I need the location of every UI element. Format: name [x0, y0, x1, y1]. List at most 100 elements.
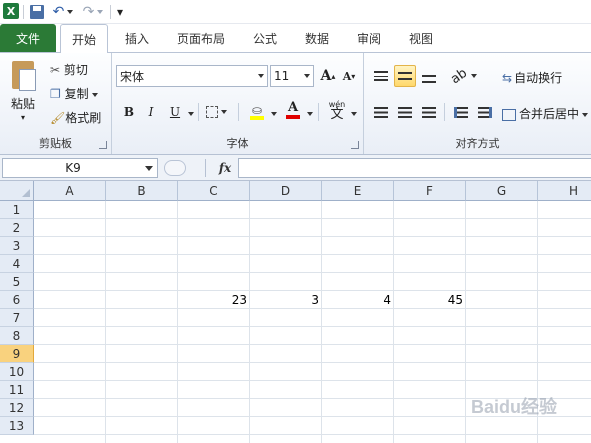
column-header-b[interactable]: B: [106, 181, 178, 201]
gridline-row: [34, 344, 591, 345]
align-middle-icon: [398, 72, 412, 80]
align-top-icon: [374, 71, 388, 81]
shrink-font-button[interactable]: A ▾: [338, 65, 360, 87]
tab-data[interactable]: 数据: [296, 24, 338, 52]
tab-insert[interactable]: 插入: [116, 24, 158, 52]
row-header-9[interactable]: 9: [0, 345, 34, 363]
row-header-13[interactable]: 13: [0, 417, 34, 435]
cell-d6[interactable]: 3: [250, 291, 322, 309]
column-header-e[interactable]: E: [322, 181, 394, 201]
column-header-d[interactable]: D: [250, 181, 322, 201]
align-left-button[interactable]: [370, 101, 392, 123]
column-header-g[interactable]: G: [466, 181, 538, 201]
row-header-3[interactable]: 3: [0, 237, 34, 255]
cell-c6[interactable]: 23: [178, 291, 250, 309]
paste-label[interactable]: 粘贴: [11, 95, 35, 112]
font-color-button[interactable]: A: [282, 99, 304, 121]
row-header-5[interactable]: 5: [0, 273, 34, 291]
watermark: Baidu经验: [470, 397, 557, 417]
row-header-11[interactable]: 11: [0, 381, 34, 399]
save-button[interactable]: [28, 3, 46, 21]
paste-dropdown-icon[interactable]: ▾: [21, 113, 25, 122]
ribbon: 粘贴 ▾ ✂ 剪切 ❐ 复制 🖌格式刷 剪贴板 宋体 11 A ▴ A ▾ B I …: [0, 52, 591, 155]
customize-qat-button[interactable]: ▾: [114, 3, 126, 21]
font-color-dropdown-icon[interactable]: [304, 106, 313, 120]
row-header-8[interactable]: 8: [0, 327, 34, 345]
phonetic-dropdown-icon[interactable]: [348, 106, 357, 120]
font-group-label: 字体: [226, 137, 249, 150]
tab-formulas[interactable]: 公式: [244, 24, 286, 52]
redo-button[interactable]: ↷: [80, 3, 106, 21]
row-header-12[interactable]: 12: [0, 399, 34, 417]
worksheet-grid[interactable]: ABCDEFGH 1 2 3 4 5 6 7 8 9 10 11 12 13 23 3 4 45 Baidu经…: [0, 181, 591, 443]
tab-view[interactable]: 视图: [400, 24, 442, 52]
row-header-7[interactable]: 7: [0, 309, 34, 327]
borders-button[interactable]: [205, 101, 227, 123]
grow-font-button[interactable]: A ▴: [317, 65, 339, 87]
gridline-row: [34, 380, 591, 381]
excel-logo-icon[interactable]: X: [3, 3, 19, 19]
tab-page-layout[interactable]: 页面布局: [168, 24, 234, 52]
name-box[interactable]: K9: [2, 158, 158, 178]
phonetic-guide-button[interactable]: wén 文: [326, 99, 348, 121]
copy-button[interactable]: ❐ 复制: [50, 85, 98, 102]
qat-divider: [23, 5, 24, 19]
ribbon-tabs: 文件 开始 插入 页面布局 公式 数据 审阅 视图: [0, 24, 591, 53]
row-header-1[interactable]: 1: [0, 201, 34, 219]
align-center-button[interactable]: [394, 101, 416, 123]
font-group: 宋体 11 A ▴ A ▾ B I U ⛀ A wén 文 字体: [112, 53, 364, 154]
column-header-h[interactable]: H: [538, 181, 591, 201]
italic-button[interactable]: I: [140, 101, 162, 123]
font-name-select[interactable]: 宋体: [116, 65, 268, 87]
bold-button[interactable]: B: [118, 101, 140, 123]
top-align-button[interactable]: [370, 65, 392, 87]
font-size-select[interactable]: 11: [270, 65, 314, 87]
merge-center-button[interactable]: 合并后居中: [502, 105, 589, 122]
column-header-f[interactable]: F: [394, 181, 466, 201]
gridline-column: [249, 201, 250, 443]
paste-button[interactable]: [10, 59, 38, 93]
orientation-button[interactable]: ab: [449, 65, 478, 87]
middle-align-button[interactable]: [394, 65, 416, 87]
tab-file[interactable]: 文件: [0, 24, 56, 52]
align-center-icon: [398, 106, 412, 118]
wrap-text-icon: ⇆: [502, 71, 513, 85]
row-header-2[interactable]: 2: [0, 219, 34, 237]
underline-dropdown-icon[interactable]: [185, 106, 194, 120]
font-launcher-icon[interactable]: [351, 141, 359, 149]
row-header-4[interactable]: 4: [0, 255, 34, 273]
format-painter-button[interactable]: 🖌格式刷: [50, 109, 101, 126]
select-all-button[interactable]: [0, 181, 34, 201]
gridline-row: [34, 236, 591, 237]
underline-button[interactable]: U: [164, 101, 186, 123]
increase-indent-button[interactable]: [474, 101, 496, 123]
tab-review[interactable]: 审阅: [348, 24, 390, 52]
cut-button[interactable]: ✂ 剪切: [50, 61, 88, 78]
formula-bar-resize-handle[interactable]: [164, 160, 186, 176]
qat-divider: [110, 5, 111, 19]
column-header-c[interactable]: C: [178, 181, 250, 201]
tab-home[interactable]: 开始: [60, 24, 108, 53]
gridline-row: [34, 218, 591, 219]
clipboard-launcher-icon[interactable]: [99, 141, 107, 149]
insert-function-button[interactable]: fx: [214, 159, 236, 177]
cell-f6[interactable]: 45: [394, 291, 466, 309]
row-header-10[interactable]: 10: [0, 363, 34, 381]
fill-color-button[interactable]: ⛀: [246, 101, 268, 123]
row-header-6[interactable]: 6: [0, 291, 34, 309]
align-right-button[interactable]: [418, 101, 440, 123]
undo-button[interactable]: ↶: [50, 3, 76, 21]
border-icon: [205, 106, 218, 118]
bottom-align-button[interactable]: [418, 65, 440, 87]
wrap-text-button[interactable]: ⇆ 自动换行: [502, 69, 562, 86]
redo-icon: ↷: [82, 4, 95, 20]
brush-icon: 🖌: [50, 111, 66, 125]
fill-color-dropdown-icon[interactable]: [268, 106, 277, 120]
merge-cells-icon: [502, 108, 516, 121]
decrease-indent-button[interactable]: [450, 101, 472, 123]
formula-input[interactable]: [238, 158, 591, 178]
column-header-a[interactable]: A: [34, 181, 106, 201]
gridline-row: [34, 254, 591, 255]
cell-e6[interactable]: 4: [322, 291, 394, 309]
decrease-indent-icon: [454, 106, 468, 118]
